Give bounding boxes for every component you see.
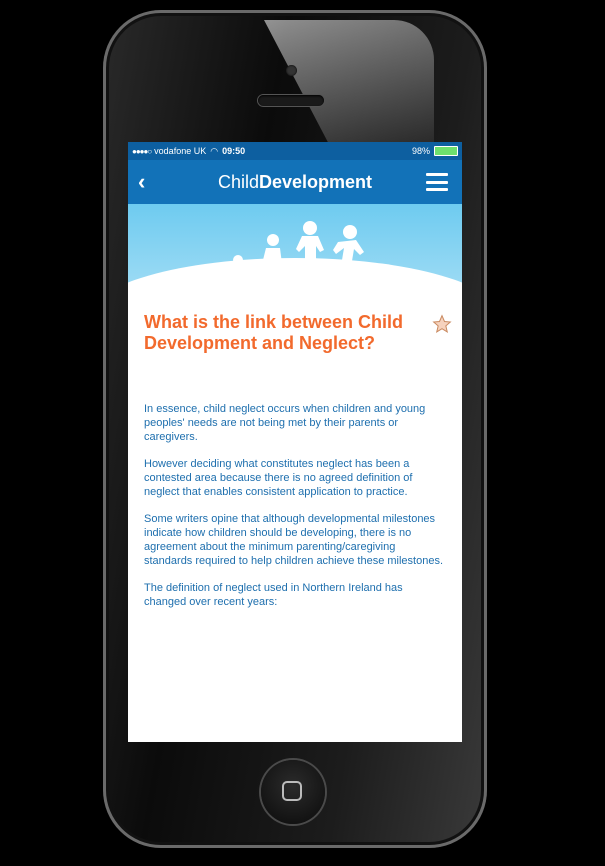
battery-percent: 98% (411, 146, 430, 156)
home-button[interactable] (261, 760, 325, 824)
battery-icon (434, 146, 458, 156)
front-camera (286, 65, 297, 76)
signal-icon: ●●●●○ (132, 146, 152, 156)
children-silhouette-icon (228, 221, 364, 280)
paragraph: Some writers opine that although develop… (144, 513, 444, 567)
nav-bar: ‹ ChildDevelopment (128, 160, 462, 204)
paragraph: However deciding what constitutes neglec… (144, 458, 413, 498)
back-icon[interactable]: ‹ (138, 169, 168, 195)
app-title: ChildDevelopment (217, 171, 373, 192)
home-square-icon (282, 781, 302, 801)
favorite-star-icon[interactable] (432, 314, 452, 334)
article: What is the link between Child Developme… (128, 304, 462, 609)
status-time: 09:50 (222, 146, 246, 156)
earpiece-speaker (258, 95, 324, 106)
app-screen: ●●●●○ vodafone UK ◠ 09:50 98% ‹ ChildDev… (128, 142, 462, 742)
wifi-icon: ◠ (210, 145, 219, 156)
status-bar: ●●●●○ vodafone UK ◠ 09:50 98% (128, 142, 462, 160)
paragraph: In essence, child neglect occurs when ch… (144, 403, 426, 443)
menu-icon[interactable] (426, 173, 448, 191)
article-heading: What is the link between Child Developme… (144, 312, 404, 353)
carrier-label: vodafone UK (154, 146, 207, 156)
paragraph: The definition of neglect used in Northe… (144, 582, 403, 608)
header-banner (128, 204, 462, 304)
